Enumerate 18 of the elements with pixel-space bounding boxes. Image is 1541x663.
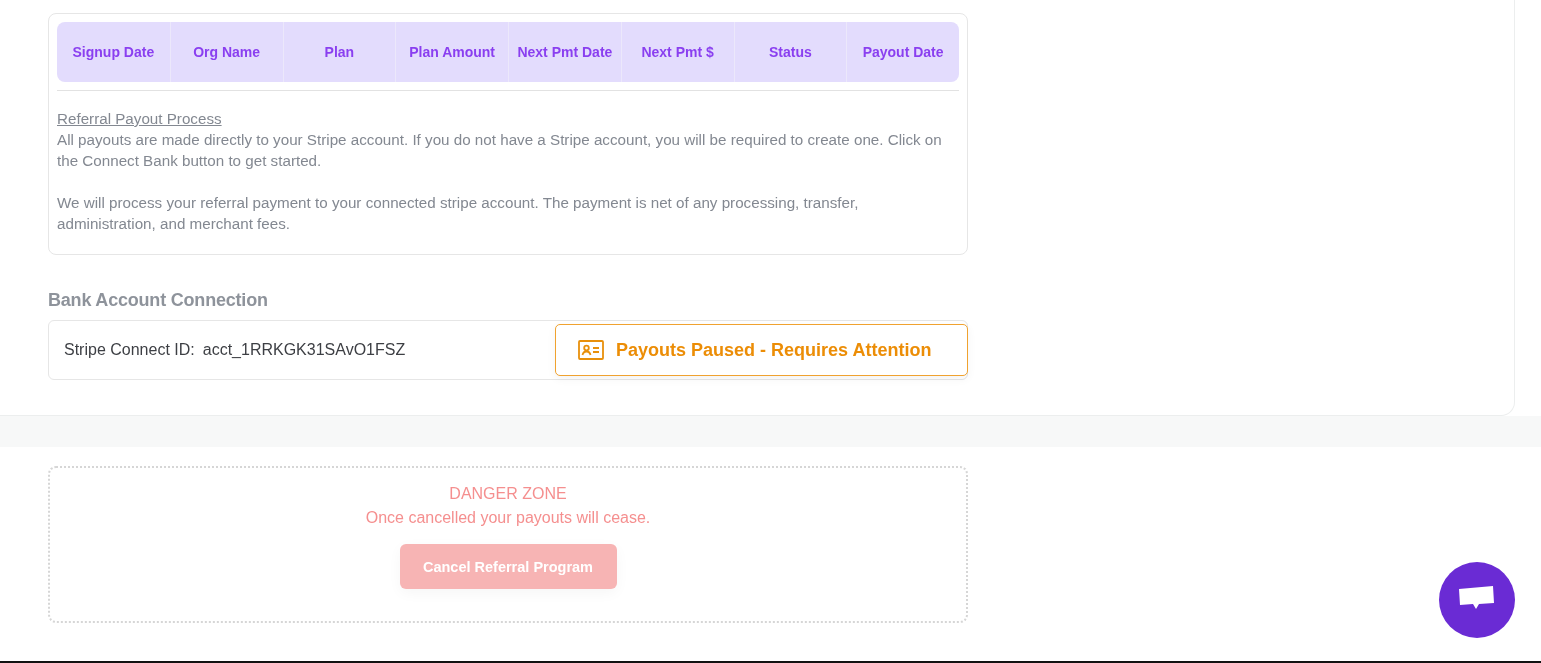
column-header: Next Pmt Date [508, 22, 621, 82]
section-title: Referral Payout Process [57, 109, 222, 129]
column-header: Plan [282, 22, 396, 82]
field-label: Stripe Connect ID: [64, 341, 195, 359]
paragraph: We will process your referral payment to your connected stripe account. The payment is net of any processing, transfer, administration, and merchant fees. [57, 193, 860, 234]
danger-title: DANGER ZONE [449, 485, 567, 503]
column-header: Signup Date [71, 43, 156, 62]
id-card-icon [578, 340, 604, 360]
column-header: Status [733, 22, 847, 82]
payouts-status-button[interactable]: Payouts Paused - Requires Attention [555, 324, 968, 376]
column-header: Next Pmt $ [620, 22, 734, 82]
account-id: acct_1RRKGK31SAvO1FSZ [202, 341, 406, 359]
column-header: Org Name [169, 22, 283, 82]
warning-message: Once cancelled your payouts will cease. [365, 509, 651, 527]
paragraph: All payouts are made directly to your Stripe account. If you do not have a Stripe account, you will be required to create one. Click on the Connect Bank button to get started. [57, 130, 943, 171]
column-header: Payout Date [846, 22, 959, 82]
section-heading: Bank Account Connection [48, 290, 269, 311]
column-header: Plan Amount [395, 22, 508, 82]
